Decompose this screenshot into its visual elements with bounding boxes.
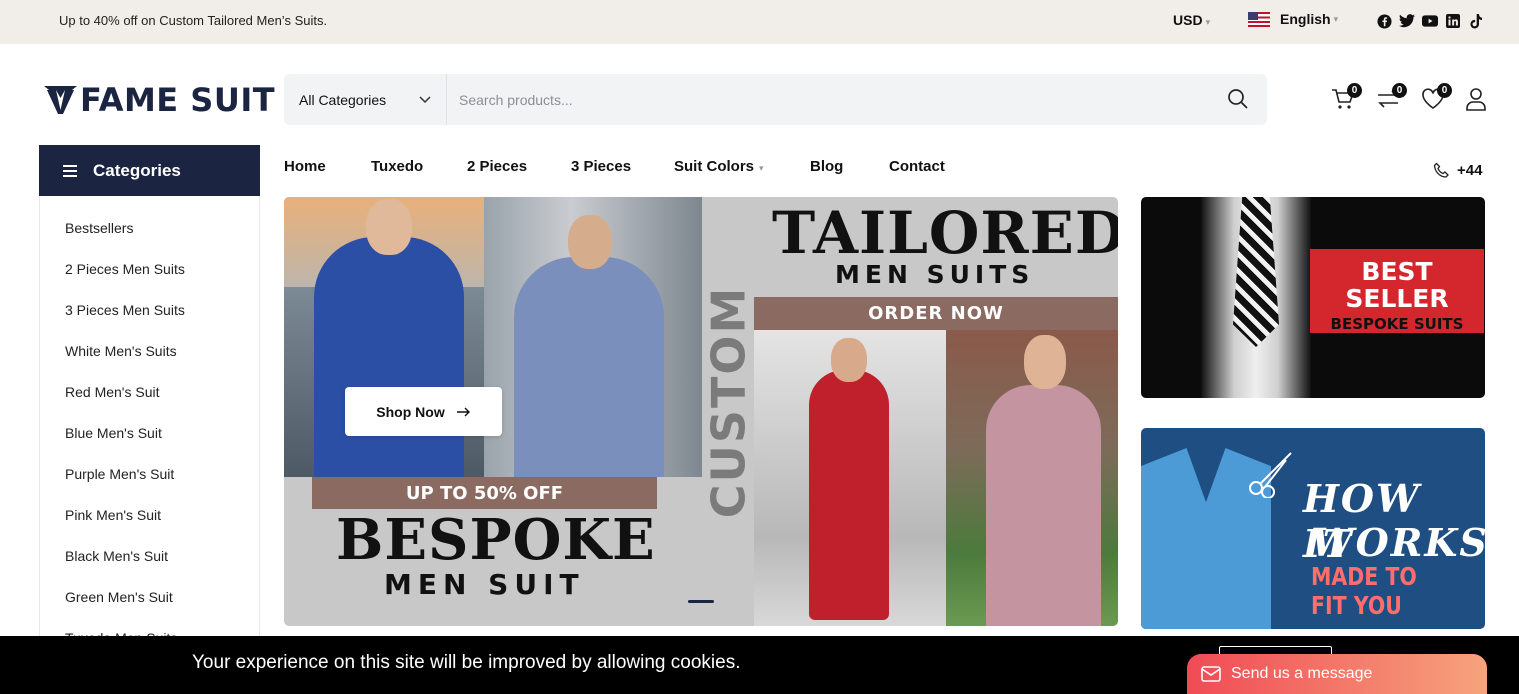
how-it-works-line-2: WORKS	[1311, 520, 1485, 565]
nav-2-pieces[interactable]: 2 Pieces	[467, 158, 527, 175]
category-item[interactable]: 2 Pieces Men Suits	[65, 261, 185, 277]
best-seller-banner[interactable]: BEST SELLER BESPOKE SUITS	[1141, 197, 1485, 398]
nav-tuxedo[interactable]: Tuxedo	[371, 158, 423, 175]
category-item[interactable]: 3 Pieces Men Suits	[65, 302, 185, 318]
language-switcher[interactable]: English ▾	[1248, 11, 1338, 27]
currency-switcher[interactable]: USD ▾	[1173, 12, 1210, 28]
search-input[interactable]	[447, 74, 1267, 125]
category-select-label: All Categories	[299, 91, 387, 108]
mail-icon	[1201, 666, 1221, 682]
category-item[interactable]: Pink Men's Suit	[65, 507, 161, 523]
compare-count-badge: 0	[1392, 83, 1407, 98]
chevron-down-icon: ▾	[1333, 13, 1339, 24]
nav-contact[interactable]: Contact	[889, 158, 945, 175]
best-seller-line-1: BEST	[1361, 257, 1433, 286]
category-item[interactable]: Blue Men's Suit	[65, 425, 162, 441]
search-icon[interactable]	[1227, 88, 1249, 110]
nav-3-pieces[interactable]: 3 Pieces	[571, 158, 631, 175]
language-label: English	[1280, 11, 1331, 27]
chevron-down-icon	[419, 96, 431, 104]
order-now-banner[interactable]: ORDER NOW	[754, 297, 1118, 330]
user-icon	[1466, 88, 1486, 111]
category-item[interactable]: Bestsellers	[65, 220, 133, 236]
custom-label: CUSTOM	[701, 285, 755, 519]
cookie-text: Your experience on this site will be imp…	[192, 652, 741, 673]
arrow-right-icon	[456, 407, 470, 416]
wishlist-button[interactable]: 0	[1420, 83, 1452, 112]
cart-count-badge: 0	[1347, 83, 1362, 98]
top-bar: Up to 40% off on Custom Tailored Men’s S…	[0, 0, 1519, 44]
hero-photo-runway	[754, 330, 946, 626]
nav-suit-colors[interactable]: Suit Colors ▾	[674, 158, 764, 175]
account-button[interactable]	[1464, 86, 1490, 112]
nav-home[interactable]: Home	[284, 158, 326, 175]
tiktok-icon[interactable]	[1468, 13, 1484, 29]
social-links	[1376, 13, 1484, 29]
currency-label: USD	[1173, 12, 1203, 28]
best-seller-line-2: SELLER	[1345, 284, 1449, 313]
hero-headline-men-suits: MEN SUITS	[835, 260, 1035, 289]
phone-number: +44	[1457, 162, 1483, 179]
compare-button[interactable]: 0	[1375, 83, 1407, 112]
hero-headline-tailored: TAILORED	[772, 199, 1118, 267]
shop-now-button[interactable]: Shop Now	[345, 387, 502, 436]
categories-toggle[interactable]: Categories	[39, 145, 260, 196]
youtube-icon[interactable]	[1422, 13, 1438, 29]
shop-now-label: Shop Now	[376, 403, 445, 420]
category-item[interactable]: Green Men's Suit	[65, 589, 173, 605]
cart-button[interactable]: 0	[1330, 83, 1362, 112]
category-item[interactable]: Red Men's Suit	[65, 384, 160, 400]
hero-headline-bespoke: BESPOKE	[336, 507, 656, 573]
slider-dot-active[interactable]	[688, 600, 714, 603]
chat-label: Send us a message	[1231, 665, 1373, 682]
site-logo[interactable]: FAME SUIT	[44, 82, 275, 118]
chevron-down-icon: ▾	[759, 163, 764, 173]
scissors-icon	[1249, 452, 1292, 498]
hero-headline-men-suit: MEN SUIT	[384, 568, 585, 601]
promo-text: Up to 40% off on Custom Tailored Men’s S…	[59, 13, 328, 28]
hero-photo-park	[946, 330, 1118, 626]
how-it-works-banner[interactable]: HOW IT WORKS MADE TO FIT YOU	[1141, 428, 1485, 629]
chat-widget[interactable]: Send us a message	[1187, 654, 1487, 694]
category-item[interactable]: White Men's Suits	[65, 343, 177, 359]
logo-text: FAME SUIT	[80, 81, 276, 119]
category-item[interactable]: Black Men's Suit	[65, 548, 168, 564]
categories-title: Categories	[93, 160, 181, 180]
facebook-icon[interactable]	[1376, 13, 1392, 29]
nav-suit-colors-label: Suit Colors	[674, 158, 755, 175]
hero-slider[interactable]: Shop Now UP TO 50% OFF BESPOKE MEN SUIT …	[284, 197, 1118, 626]
phone-link[interactable]: +44	[1433, 162, 1482, 179]
twitter-icon[interactable]	[1399, 13, 1415, 29]
nav-blog[interactable]: Blog	[810, 158, 843, 175]
best-seller-line-3: BESPOKE SUITS	[1330, 315, 1464, 333]
how-it-works-line-3: MADE TO FIT YOU	[1311, 562, 1417, 620]
us-flag-icon	[1248, 11, 1270, 27]
category-select[interactable]: All Categories	[284, 74, 447, 125]
category-item[interactable]: Purple Men's Suit	[65, 466, 174, 482]
best-seller-label: BEST SELLER BESPOKE SUITS	[1310, 249, 1484, 333]
tuxedo-logo-icon	[44, 86, 77, 114]
categories-list: Bestsellers 2 Pieces Men Suits 3 Pieces …	[39, 196, 260, 656]
phone-icon	[1433, 162, 1449, 178]
hero-vertical-text: CUSTOM	[701, 286, 755, 519]
offer-banner: UP TO 50% OFF	[312, 477, 657, 509]
menu-icon	[63, 162, 77, 180]
search-bar: All Categories	[284, 74, 1267, 125]
wishlist-count-badge: 0	[1437, 83, 1452, 98]
chevron-down-icon: ▾	[1205, 17, 1211, 27]
linkedin-icon[interactable]	[1445, 13, 1461, 29]
